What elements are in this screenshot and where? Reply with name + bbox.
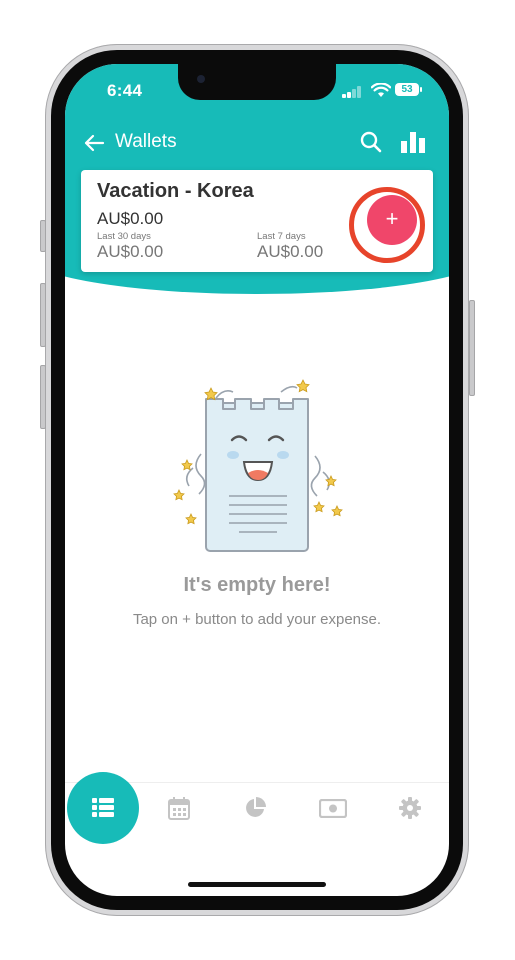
- camera: [197, 75, 205, 83]
- add-expense-button[interactable]: +: [367, 195, 417, 245]
- period-value-30-days: AU$0.00: [97, 242, 164, 261]
- side-button-mute: [40, 220, 46, 252]
- home-indicator[interactable]: [188, 882, 326, 887]
- empty-receipt-illustration: [173, 379, 343, 552]
- wifi-icon: [371, 83, 391, 97]
- wallet-balance: AU$0.00: [97, 209, 164, 228]
- battery-icon: 53: [395, 83, 419, 96]
- search-icon[interactable]: [359, 130, 383, 154]
- side-button-power: [469, 300, 475, 396]
- list-icon: [92, 798, 114, 817]
- calendar-icon[interactable]: [168, 796, 190, 820]
- status-time: 6:44: [107, 81, 143, 100]
- nav-item-list[interactable]: [67, 772, 139, 844]
- app-screen: 6:44 53 Wallets Vacation - Korea AU$0.00…: [65, 64, 449, 896]
- pie-chart-icon[interactable]: [244, 797, 266, 819]
- side-button-volume-up: [40, 283, 46, 347]
- period-value-7-days: AU$0.00: [257, 242, 324, 261]
- period-label-30-days: Last 30 days: [97, 231, 151, 242]
- empty-state-title: It's empty here!: [183, 574, 331, 596]
- side-button-volume-down: [40, 365, 46, 429]
- cash-icon[interactable]: [319, 799, 347, 818]
- arrow-left-icon[interactable]: [83, 132, 105, 154]
- empty-state-subtitle: Tap on + button to add your expense.: [132, 611, 382, 628]
- period-label-7-days: Last 7 days: [257, 231, 306, 242]
- signal-icon: [342, 86, 364, 98]
- page-title: Wallets: [115, 131, 177, 152]
- battery-tip: [420, 87, 422, 92]
- wallet-name: Vacation - Korea: [97, 180, 254, 202]
- gear-icon[interactable]: [399, 797, 421, 819]
- bar-chart-icon[interactable]: [400, 130, 426, 154]
